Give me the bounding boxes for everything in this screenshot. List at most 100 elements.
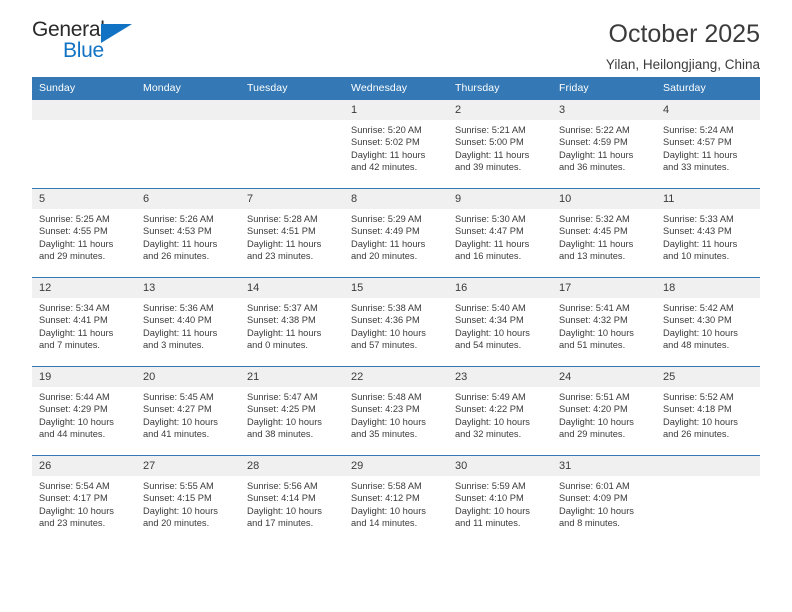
sunset-text: Sunset: 5:02 PM	[351, 137, 420, 148]
title-block: October 2025 Yilan, Heilongjiang, China	[606, 18, 760, 75]
daylight-text: Daylight: 10 hours and 32 minutes.	[455, 416, 530, 440]
day-details: Sunrise: 5:55 AM Sunset: 4:15 PM Daylight:…	[136, 476, 240, 530]
daylight-text: Daylight: 10 hours and 44 minutes.	[39, 416, 114, 440]
day-details: Sunrise: 5:41 AM Sunset: 4:32 PM Daylight:…	[552, 298, 656, 352]
sunrise-text: Sunrise: 5:38 AM	[351, 303, 422, 313]
sunrise-text: Sunrise: 5:30 AM	[455, 214, 526, 224]
calendar-cell-empty	[136, 99, 240, 189]
calendar-day-cell[interactable]: 4 Sunrise: 5:24 AM Sunset: 4:57 PM Daylight…	[656, 99, 760, 189]
sunrise-text: Sunrise: 5:51 AM	[559, 392, 630, 402]
calendar-day-cell[interactable]: 23 Sunrise: 5:49 AM Sunset: 4:22 PM Dayligh…	[448, 366, 552, 456]
calendar-day-cell[interactable]: 24 Sunrise: 5:51 AM Sunset: 4:20 PM Dayligh…	[552, 366, 656, 456]
sunrise-text: Sunrise: 5:34 AM	[39, 303, 110, 313]
daylight-text: Daylight: 10 hours and 57 minutes.	[351, 327, 426, 351]
calendar-day-cell[interactable]: 8 Sunrise: 5:29 AM Sunset: 4:49 PM Daylight…	[344, 188, 448, 278]
sunset-text: Sunset: 4:29 PM	[39, 404, 108, 415]
calendar-day-cell[interactable]: 17 Sunrise: 5:41 AM Sunset: 4:32 PM Dayligh…	[552, 277, 656, 367]
calendar-day-cell[interactable]: 20 Sunrise: 5:45 AM Sunset: 4:27 PM Dayligh…	[136, 366, 240, 456]
day-details: Sunrise: 5:22 AM Sunset: 4:59 PM Daylight:…	[552, 120, 656, 174]
daylight-text: Daylight: 10 hours and 48 minutes.	[663, 327, 738, 351]
calendar-page: General Blue October 2025 Yilan, Heilong…	[0, 0, 792, 612]
calendar-day-cell[interactable]: 3 Sunrise: 5:22 AM Sunset: 4:59 PM Daylight…	[552, 99, 656, 189]
day-details: Sunrise: 5:49 AM Sunset: 4:22 PM Daylight:…	[448, 387, 552, 441]
day-details: Sunrise: 6:01 AM Sunset: 4:09 PM Daylight:…	[552, 476, 656, 530]
sunset-text: Sunset: 4:49 PM	[351, 226, 420, 237]
day-number: 31	[552, 456, 656, 476]
calendar-day-cell[interactable]: 21 Sunrise: 5:47 AM Sunset: 4:25 PM Dayligh…	[240, 366, 344, 456]
day-number	[136, 100, 240, 120]
calendar-day-cell[interactable]: 15 Sunrise: 5:38 AM Sunset: 4:36 PM Dayligh…	[344, 277, 448, 367]
day-details: Sunrise: 5:29 AM Sunset: 4:49 PM Daylight:…	[344, 209, 448, 263]
logo-text-blue: Blue	[63, 39, 104, 62]
day-number: 10	[552, 189, 656, 209]
day-number: 25	[656, 367, 760, 387]
daylight-text: Daylight: 11 hours and 16 minutes.	[455, 238, 530, 262]
day-number: 15	[344, 278, 448, 298]
daylight-text: Daylight: 10 hours and 41 minutes.	[143, 416, 218, 440]
calendar-body: 1 Sunrise: 5:20 AM Sunset: 5:02 PM Daylight…	[32, 99, 760, 544]
calendar-day-cell[interactable]: 2 Sunrise: 5:21 AM Sunset: 5:00 PM Daylight…	[448, 99, 552, 189]
logo-triangle-icon	[101, 24, 132, 43]
day-details: Sunrise: 5:20 AM Sunset: 5:02 PM Daylight:…	[344, 120, 448, 174]
calendar-day-cell[interactable]: 10 Sunrise: 5:32 AM Sunset: 4:45 PM Dayligh…	[552, 188, 656, 278]
day-number: 17	[552, 278, 656, 298]
sunrise-text: Sunrise: 5:21 AM	[455, 125, 526, 135]
sunrise-text: Sunrise: 5:24 AM	[663, 125, 734, 135]
daylight-text: Daylight: 11 hours and 39 minutes.	[455, 149, 530, 173]
sunset-text: Sunset: 4:36 PM	[351, 315, 420, 326]
calendar-day-cell[interactable]: 5 Sunrise: 5:25 AM Sunset: 4:55 PM Daylight…	[32, 188, 136, 278]
calendar-cell-empty	[240, 99, 344, 189]
calendar-day-cell[interactable]: 14 Sunrise: 5:37 AM Sunset: 4:38 PM Dayligh…	[240, 277, 344, 367]
sunset-text: Sunset: 4:34 PM	[455, 315, 524, 326]
calendar-day-cell[interactable]: 13 Sunrise: 5:36 AM Sunset: 4:40 PM Dayligh…	[136, 277, 240, 367]
calendar-day-cell[interactable]: 27 Sunrise: 5:55 AM Sunset: 4:15 PM Dayligh…	[136, 455, 240, 544]
calendar-day-cell[interactable]: 12 Sunrise: 5:34 AM Sunset: 4:41 PM Dayligh…	[32, 277, 136, 367]
sunset-text: Sunset: 4:55 PM	[39, 226, 108, 237]
sunset-text: Sunset: 4:14 PM	[247, 493, 316, 504]
calendar-day-cell[interactable]: 28 Sunrise: 5:56 AM Sunset: 4:14 PM Dayligh…	[240, 455, 344, 544]
daylight-text: Daylight: 11 hours and 3 minutes.	[143, 327, 218, 351]
sunrise-sunset-calendar: Sunday Monday Tuesday Wednesday Thursday Frid…	[32, 77, 760, 544]
daylight-text: Daylight: 10 hours and 14 minutes.	[351, 505, 426, 529]
daylight-text: Daylight: 11 hours and 10 minutes.	[663, 238, 738, 262]
day-details: Sunrise: 5:44 AM Sunset: 4:29 PM Daylight:…	[32, 387, 136, 441]
calendar-day-cell[interactable]: 11 Sunrise: 5:33 AM Sunset: 4:43 PM Dayligh…	[656, 188, 760, 278]
calendar-day-cell[interactable]: 26 Sunrise: 5:54 AM Sunset: 4:17 PM Dayligh…	[32, 455, 136, 544]
calendar-day-cell[interactable]: 6 Sunrise: 5:26 AM Sunset: 4:53 PM Daylight…	[136, 188, 240, 278]
day-number: 13	[136, 278, 240, 298]
calendar-day-cell[interactable]: 30 Sunrise: 5:59 AM Sunset: 4:10 PM Dayligh…	[448, 455, 552, 544]
sunrise-text: Sunrise: 5:59 AM	[455, 481, 526, 491]
daylight-text: Daylight: 11 hours and 13 minutes.	[559, 238, 634, 262]
calendar-day-cell[interactable]: 16 Sunrise: 5:40 AM Sunset: 4:34 PM Dayligh…	[448, 277, 552, 367]
calendar-day-cell[interactable]: 1 Sunrise: 5:20 AM Sunset: 5:02 PM Daylight…	[344, 99, 448, 189]
sunset-text: Sunset: 4:40 PM	[143, 315, 212, 326]
sunrise-text: Sunrise: 5:40 AM	[455, 303, 526, 313]
calendar-day-cell[interactable]: 29 Sunrise: 5:58 AM Sunset: 4:12 PM Dayligh…	[344, 455, 448, 544]
day-number: 30	[448, 456, 552, 476]
day-details: Sunrise: 5:36 AM Sunset: 4:40 PM Daylight:…	[136, 298, 240, 352]
day-number: 7	[240, 189, 344, 209]
sunset-text: Sunset: 4:20 PM	[559, 404, 628, 415]
calendar-day-cell[interactable]: 31 Sunrise: 6:01 AM Sunset: 4:09 PM Dayligh…	[552, 455, 656, 544]
calendar-day-cell[interactable]: 25 Sunrise: 5:52 AM Sunset: 4:18 PM Dayligh…	[656, 366, 760, 456]
sunrise-text: Sunrise: 5:26 AM	[143, 214, 214, 224]
day-details: Sunrise: 5:45 AM Sunset: 4:27 PM Daylight:…	[136, 387, 240, 441]
calendar-day-cell[interactable]: 9 Sunrise: 5:30 AM Sunset: 4:47 PM Daylight…	[448, 188, 552, 278]
calendar-day-cell[interactable]: 18 Sunrise: 5:42 AM Sunset: 4:30 PM Dayligh…	[656, 277, 760, 367]
day-number: 8	[344, 189, 448, 209]
calendar-day-cell[interactable]: 19 Sunrise: 5:44 AM Sunset: 4:29 PM Dayligh…	[32, 366, 136, 456]
sunrise-text: Sunrise: 5:45 AM	[143, 392, 214, 402]
day-number: 6	[136, 189, 240, 209]
sunrise-text: Sunrise: 5:42 AM	[663, 303, 734, 313]
sunrise-text: Sunrise: 5:55 AM	[143, 481, 214, 491]
calendar-cell-empty	[656, 455, 760, 544]
sunset-text: Sunset: 4:18 PM	[663, 404, 732, 415]
daylight-text: Daylight: 10 hours and 38 minutes.	[247, 416, 322, 440]
calendar-day-cell[interactable]: 22 Sunrise: 5:48 AM Sunset: 4:23 PM Dayligh…	[344, 366, 448, 456]
sunrise-text: Sunrise: 5:56 AM	[247, 481, 318, 491]
calendar-day-cell[interactable]: 7 Sunrise: 5:28 AM Sunset: 4:51 PM Daylight…	[240, 188, 344, 278]
day-details: Sunrise: 5:26 AM Sunset: 4:53 PM Daylight:…	[136, 209, 240, 263]
sunset-text: Sunset: 4:23 PM	[351, 404, 420, 415]
day-number: 19	[32, 367, 136, 387]
calendar-week-row: 12 Sunrise: 5:34 AM Sunset: 4:41 PM Dayligh…	[32, 277, 760, 367]
